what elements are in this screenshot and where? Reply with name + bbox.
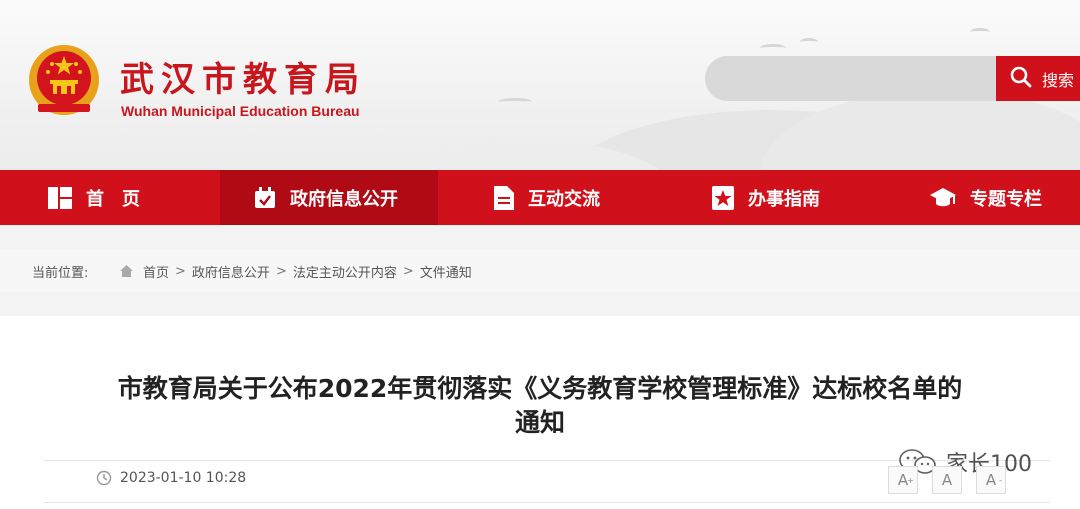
article-title-line: 通知 xyxy=(514,408,565,437)
home-grid-icon xyxy=(48,186,72,209)
calendar-check-icon xyxy=(254,186,276,209)
nav-item-label: 专题专栏 xyxy=(970,188,1042,210)
article-meta: 2023-01-10 10:28 xyxy=(96,470,246,486)
publish-date: 2023-01-10 10:28 xyxy=(120,470,247,486)
document-icon xyxy=(494,185,514,210)
home-icon xyxy=(120,265,133,277)
article-title: 市教育局关于公布2022年贯彻落实《义务教育学校管理标准》达标校名单的 通知 xyxy=(40,372,1040,440)
breadcrumb-item-home[interactable]: 首页 xyxy=(143,262,169,281)
search-button[interactable]: 搜索 xyxy=(996,56,1080,101)
font-size-controls: A + A A- xyxy=(888,466,1020,494)
nav-item-special-topics[interactable]: 专题专栏 xyxy=(930,170,1080,225)
nav-item-government-info[interactable]: 政府信息公开 xyxy=(220,170,438,225)
decorative-bird-icon xyxy=(800,38,818,46)
article-panel: 市教育局关于公布2022年贯彻落实《义务教育学校管理标准》达标校名单的 通知 2… xyxy=(0,316,1080,509)
font-size-decrease-button[interactable]: A- xyxy=(976,466,1006,494)
clock-icon xyxy=(96,470,120,486)
nav-item-label: 首 页 xyxy=(86,188,140,210)
decorative-bird-icon xyxy=(498,98,532,106)
breadcrumb-item-file-notices[interactable]: 文件通知 xyxy=(420,262,472,281)
breadcrumb-trail: 首页 > 政府信息公开 > 法定主动公开内容 > 文件通知 xyxy=(120,262,472,281)
nav-item-label: 办事指南 xyxy=(748,188,820,210)
breadcrumb-item-statutory-disclosure[interactable]: 法定主动公开内容 xyxy=(293,262,397,281)
font-size-label: A xyxy=(941,471,953,489)
breadcrumb-separator: > xyxy=(275,263,287,279)
decorative-bird-icon xyxy=(760,44,786,52)
nav-item-label: 互动交流 xyxy=(528,188,600,210)
font-size-default-button[interactable]: A xyxy=(932,466,962,494)
nav-item-interaction[interactable]: 互动交流 xyxy=(494,170,664,225)
breadcrumb-separator: > xyxy=(175,263,186,279)
nav-item-service-guide[interactable]: 办事指南 xyxy=(712,170,882,225)
breadcrumb-separator: > xyxy=(402,263,414,279)
font-size-increase-button[interactable]: A + xyxy=(888,466,918,494)
site-title-english[interactable]: Wuhan Municipal Education Bureau xyxy=(121,103,360,119)
article-title-line: 市教育局关于公布2022年贯彻落实《义务教育学校管理标准》达标校名单的 xyxy=(117,374,963,403)
decorative-bird-icon xyxy=(970,28,990,36)
search-button-label: 搜索 xyxy=(1042,70,1075,90)
search-input[interactable] xyxy=(705,56,1005,101)
breadcrumb-label: 当前位置: xyxy=(32,265,89,281)
main-nav: 首 页 政府信息公开 互动交流 办事指南 专题专栏 xyxy=(0,170,1080,225)
national-emblem-icon[interactable] xyxy=(26,42,102,118)
divider xyxy=(44,502,1050,503)
site-header: 武汉市教育局 Wuhan Municipal Education Bureau … xyxy=(0,0,1080,170)
nav-item-label: 政府信息公开 xyxy=(290,188,398,210)
search-icon xyxy=(1010,66,1032,92)
font-size-mark: + xyxy=(907,476,914,485)
background-mountain xyxy=(760,90,1080,170)
nav-item-home[interactable]: 首 页 xyxy=(48,170,218,225)
mortarboard-icon xyxy=(930,187,956,208)
breadcrumb: 当前位置: 首页 > 政府信息公开 > 法定主动公开内容 > 文件通知 xyxy=(0,250,1080,292)
breadcrumb-item-government-info[interactable]: 政府信息公开 xyxy=(192,262,270,281)
star-badge-icon xyxy=(712,185,734,210)
font-size-mark: - xyxy=(999,476,1002,485)
font-size-label: A xyxy=(985,471,997,489)
site-title-chinese[interactable]: 武汉市教育局 xyxy=(120,52,366,101)
